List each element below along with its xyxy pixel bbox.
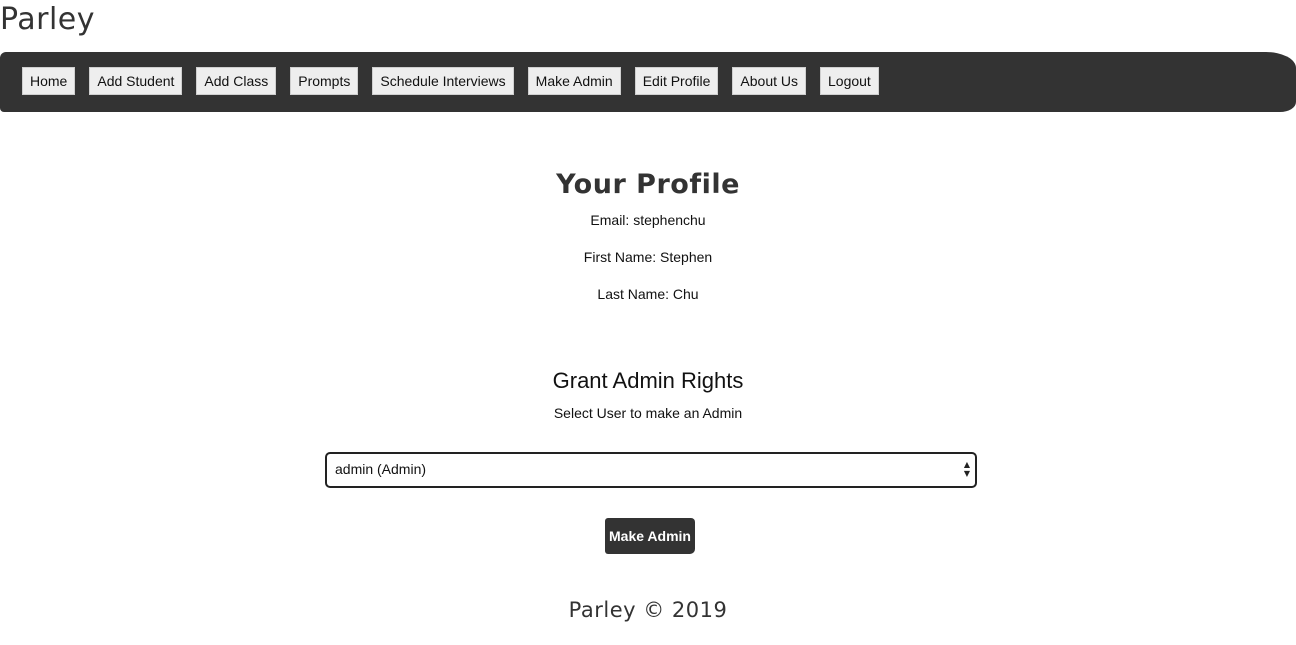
nav-schedule-interviews[interactable]: Schedule Interviews <box>372 67 514 95</box>
nav-prompts[interactable]: Prompts <box>290 67 359 95</box>
nav-menu: Home Add Student Add Class Prompts Sched… <box>22 67 879 95</box>
profile-email: Email: stephenchu <box>590 212 706 228</box>
navbar: Home Add Student Add Class Prompts Sched… <box>0 52 1296 112</box>
app-logo[interactable]: Parley <box>0 2 95 37</box>
nav-edit-profile[interactable]: Edit Profile <box>634 67 719 95</box>
make-admin-button[interactable]: Make Admin <box>605 518 695 554</box>
nav-add-student[interactable]: Add Student <box>89 67 183 95</box>
nav-home[interactable]: Home <box>22 67 76 95</box>
nav-make-admin[interactable]: Make Admin <box>527 67 621 95</box>
footer: Parley © 2019 <box>568 598 728 622</box>
nav-about-us[interactable]: About Us <box>732 67 806 95</box>
user-select-value: admin (Admin) <box>335 461 427 477</box>
profile-first-name: First Name: Stephen <box>583 249 713 265</box>
profile-last-name: Last Name: Chu <box>597 286 699 302</box>
grant-admin-heading: Grant Admin Rights <box>552 368 744 393</box>
page-title: Your Profile <box>556 169 740 200</box>
nav-add-class[interactable]: Add Class <box>196 67 277 95</box>
main-content: Your Profile Email: stephenchu First Nam… <box>0 166 1296 554</box>
nav-logout[interactable]: Logout <box>820 67 879 95</box>
user-select[interactable]: admin (Admin) ▲ ▼ <box>325 452 977 488</box>
select-user-label: Select User to make an Admin <box>553 405 743 421</box>
select-arrows-icon: ▲ ▼ <box>963 460 970 478</box>
